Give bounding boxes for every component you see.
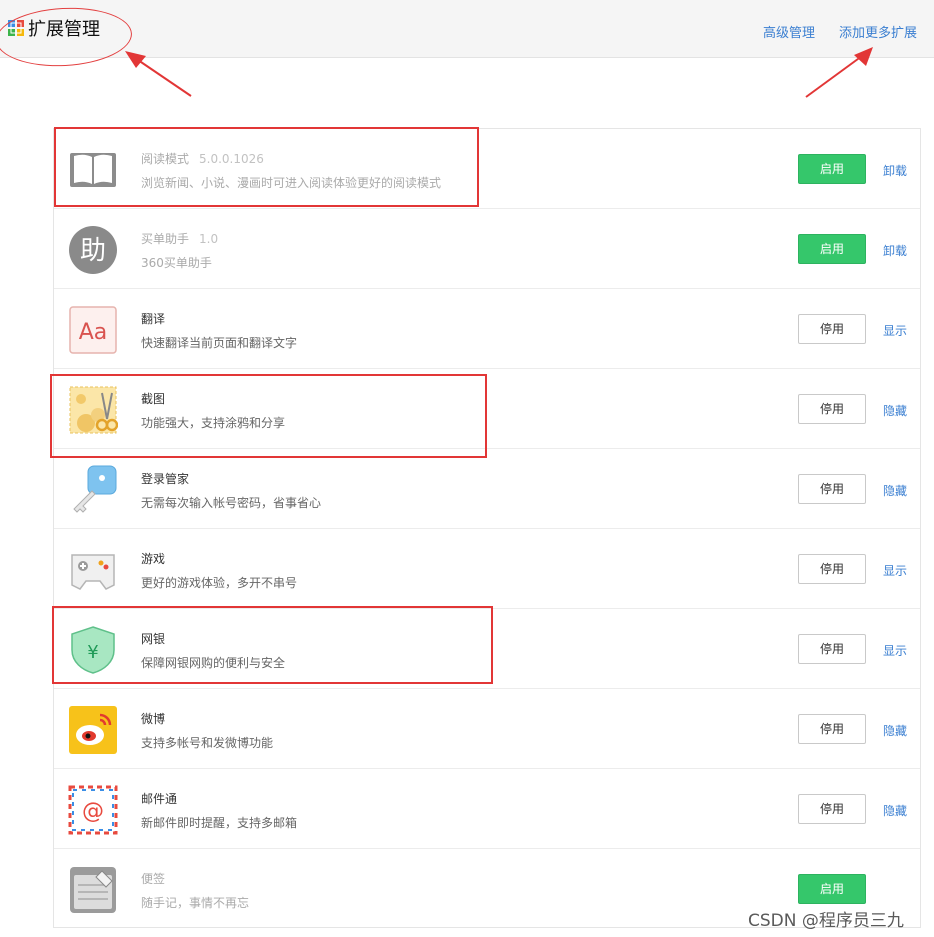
- extension-description: 快速翻译当前页面和翻译文字: [141, 336, 298, 350]
- mail-icon: @: [68, 785, 118, 835]
- watermark: CSDN @程序员三九: [748, 911, 904, 931]
- disable-button[interactable]: 停用: [798, 474, 866, 504]
- svg-text:Aa: Aa: [79, 320, 108, 345]
- hide-link[interactable]: 隐藏: [883, 482, 907, 499]
- advanced-management-link[interactable]: 高级管理: [763, 22, 815, 41]
- extension-list: 阅读模式 5.0.0.1026 浏览新闻、小说、漫画时可进入阅读体验更好的阅读模式…: [53, 128, 921, 928]
- uninstall-link[interactable]: 卸载: [883, 162, 907, 179]
- header-bar: 扩展管理 高级管理 添加更多扩展: [0, 0, 934, 58]
- extension-row-mail: @ 邮件通 新邮件即时提醒，支持多邮箱 停用 隐藏: [54, 769, 920, 849]
- disable-button[interactable]: 停用: [798, 714, 866, 744]
- extension-row-login-manager: 登录管家 无需每次输入帐号密码，省事省心 停用 隐藏: [54, 449, 920, 529]
- svg-text:助: 助: [80, 236, 106, 266]
- show-link[interactable]: 显示: [883, 562, 907, 579]
- extension-name: 买单助手: [141, 232, 190, 246]
- annotation-box-reading-mode: [54, 127, 479, 207]
- disable-button[interactable]: 停用: [798, 554, 866, 584]
- hide-link[interactable]: 隐藏: [883, 802, 907, 819]
- extension-row-weibo: 微博 支持多帐号和发微博功能 停用 隐藏: [54, 689, 920, 769]
- enable-button[interactable]: 启用: [798, 234, 866, 264]
- show-link[interactable]: 显示: [883, 642, 907, 659]
- extension-name: 游戏: [141, 552, 166, 566]
- key-icon: [73, 465, 117, 513]
- weibo-icon: [69, 706, 117, 754]
- notepad-icon: [70, 867, 116, 913]
- annotation-box-online-banking: [52, 606, 493, 684]
- extension-name: 微博: [141, 712, 166, 726]
- disable-button[interactable]: 停用: [798, 634, 866, 664]
- show-link[interactable]: 显示: [883, 322, 907, 339]
- hide-link[interactable]: 隐藏: [883, 402, 907, 419]
- extension-description: 更好的游戏体验，多开不串号: [141, 576, 298, 590]
- annotation-box-screenshot: [50, 374, 487, 458]
- extension-name: 登录管家: [141, 472, 190, 486]
- extension-description: 360买单助手: [141, 256, 212, 270]
- uninstall-link[interactable]: 卸载: [883, 242, 907, 259]
- translate-icon: Aa: [69, 306, 117, 354]
- extension-version: 1.0: [199, 232, 219, 246]
- hide-link[interactable]: 隐藏: [883, 722, 907, 739]
- extension-row-translate: Aa 翻译 快速翻译当前页面和翻译文字 停用 显示: [54, 289, 920, 369]
- helper-icon: 助: [69, 226, 117, 274]
- extension-description: 新邮件即时提醒，支持多邮箱: [141, 816, 298, 830]
- extension-row-game: 游戏 更好的游戏体验，多开不串号 停用 显示: [54, 529, 920, 609]
- svg-text:@: @: [82, 799, 104, 824]
- enable-button[interactable]: 启用: [798, 874, 866, 904]
- gamepad-icon: [71, 554, 115, 590]
- extension-description: 支持多帐号和发微博功能: [141, 736, 274, 750]
- extension-description: 无需每次输入帐号密码，省事省心: [141, 496, 322, 510]
- extension-name: 便签: [141, 872, 166, 886]
- disable-button[interactable]: 停用: [798, 314, 866, 344]
- disable-button[interactable]: 停用: [798, 394, 866, 424]
- enable-button[interactable]: 启用: [798, 154, 866, 184]
- extension-name: 翻译: [141, 312, 166, 326]
- extension-name: 邮件通: [141, 792, 178, 806]
- extension-description: 随手记，事情不再忘: [141, 896, 250, 910]
- disable-button[interactable]: 停用: [798, 794, 866, 824]
- add-more-extensions-link[interactable]: 添加更多扩展: [839, 22, 917, 41]
- extension-row-checkout-helper: 助 买单助手 1.0 360买单助手 启用 卸载: [54, 209, 920, 289]
